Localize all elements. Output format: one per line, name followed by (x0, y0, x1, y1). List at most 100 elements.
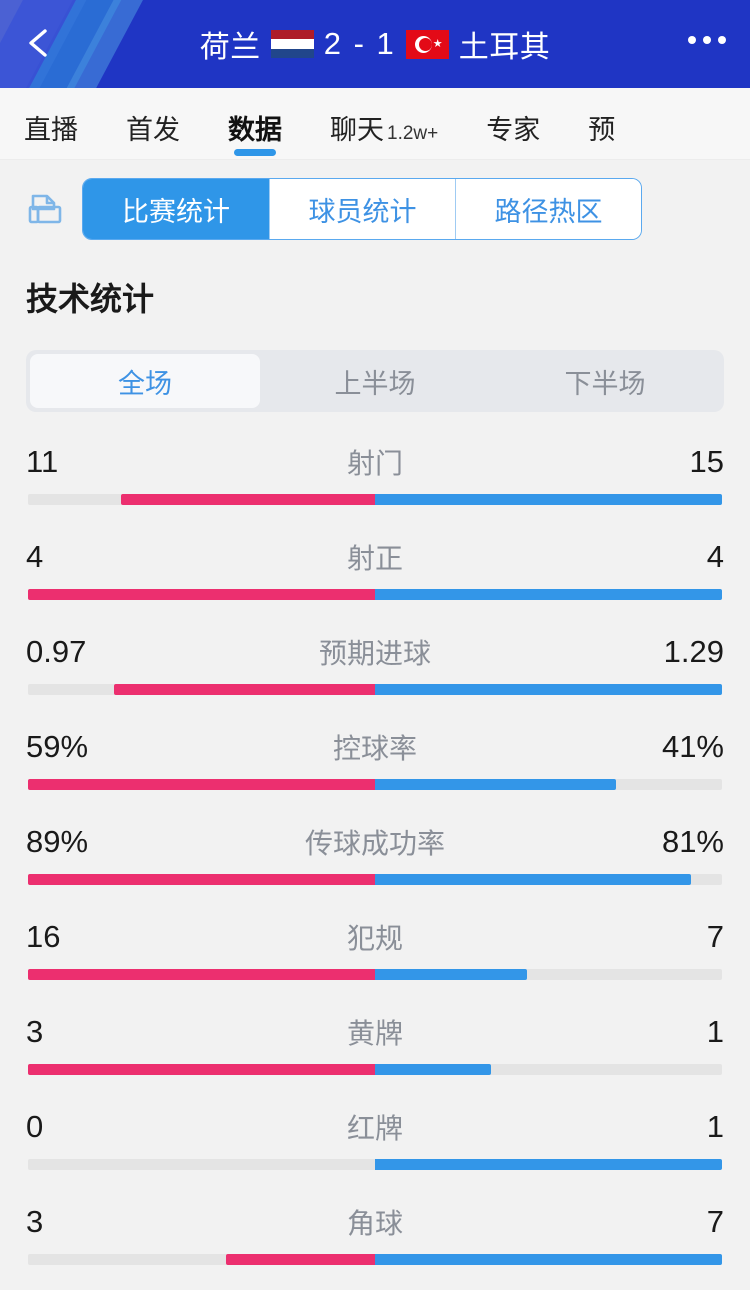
stat-bar-away (375, 684, 722, 695)
stat-row-values: 11 射门 15 (0, 434, 750, 490)
stat-row-values: 3 黄牌 1 (0, 1004, 750, 1060)
segment-path-heatmap[interactable]: 路径热区 (455, 179, 641, 239)
segment-label: 球员统计 (308, 196, 417, 227)
stat-home-value: 11 (26, 444, 59, 479)
tab-label: 首发 (126, 114, 180, 145)
stat-row: 4 射正 4 (0, 529, 750, 624)
home-team-name: 荷兰 (199, 31, 261, 64)
period-switch: 全场 上半场 下半场 (26, 350, 724, 412)
stat-bar-home (28, 969, 375, 980)
stat-home-value: 0 (26, 1109, 44, 1144)
stat-away-value: 1 (706, 1014, 724, 1049)
compare-document-icon[interactable] (24, 187, 68, 231)
stat-home-value: 16 (26, 919, 61, 954)
stat-away-value: 41% (661, 729, 724, 764)
stat-label: 射门 (346, 448, 403, 479)
stat-bar-track (28, 1159, 722, 1170)
stat-row-values: 0.97 预期进球 1.29 (0, 624, 750, 680)
scoreline: 荷兰 2 - 1 ★ 土耳其 (0, 0, 750, 88)
tab-label: 聊天 (330, 114, 384, 145)
stat-away-value: 81% (661, 824, 724, 859)
stat-row-values: 89% 传球成功率 81% (0, 814, 750, 870)
stat-home-value: 4 (26, 539, 44, 574)
stat-home-value: 59% (26, 729, 89, 764)
stat-bar-home (120, 494, 375, 505)
stat-bar-track (28, 874, 722, 885)
stat-bar-home (114, 684, 375, 695)
stat-away-value: 7 (706, 1204, 724, 1239)
stat-away-value: 1.29 (663, 634, 724, 669)
stat-home-value: 89% (26, 824, 89, 859)
stat-bar-track (28, 494, 722, 505)
stat-row: 0 红牌 1 (0, 1099, 750, 1194)
tab-chat[interactable]: 聊天 1.2w+ (330, 88, 439, 159)
stat-bar-home (28, 779, 375, 790)
period-first-half[interactable]: 上半场 (260, 354, 490, 408)
period-label: 全场 (118, 368, 172, 399)
stat-bar-away (375, 969, 527, 980)
period-label: 上半场 (334, 368, 416, 399)
stat-label: 黄牌 (346, 1018, 403, 1049)
netherlands-flag-icon (270, 29, 314, 59)
segment-label: 比赛统计 (122, 196, 230, 227)
period-second-half[interactable]: 下半场 (490, 354, 720, 408)
tab-experts[interactable]: 专家 (486, 88, 541, 159)
stat-bar-track (28, 1254, 722, 1265)
stat-bar-track (28, 684, 722, 695)
stat-bar-track (28, 779, 722, 790)
tab-lineups[interactable]: 首发 (126, 88, 180, 159)
app-header: 荷兰 2 - 1 ★ 土耳其 (0, 0, 750, 88)
stat-bar-away (375, 1064, 491, 1075)
stat-label: 传球成功率 (304, 828, 445, 859)
stat-bar-away (375, 1254, 722, 1265)
tab-label: 专家 (486, 114, 541, 145)
tab-label: 数据 (228, 114, 282, 145)
stats-subtab-bar: 比赛统计 球员统计 路径热区 (0, 160, 750, 240)
segment-match-stats[interactable]: 比赛统计 (83, 179, 269, 239)
stat-row-values: 4 射正 4 (0, 529, 750, 585)
tab-label: 直播 (24, 114, 78, 145)
stats-segmented-control: 比赛统计 球员统计 路径热区 (82, 178, 642, 240)
stat-row: 0.97 预期进球 1.29 (0, 624, 750, 719)
stat-home-value: 3 (26, 1014, 44, 1049)
period-full-match[interactable]: 全场 (30, 354, 260, 408)
stat-bar-track (28, 969, 722, 980)
stat-bar-home (28, 1064, 375, 1075)
stat-row-values: 3 角球 7 (0, 1194, 750, 1250)
stat-away-value: 4 (706, 539, 724, 574)
stat-row: 16 犯规 7 (0, 909, 750, 1004)
stat-bar-away (375, 494, 722, 505)
stat-label: 预期进球 (318, 638, 431, 669)
away-team-name: 土耳其 (458, 31, 551, 64)
stat-away-value: 1 (706, 1109, 724, 1144)
segment-player-stats[interactable]: 球员统计 (269, 179, 455, 239)
stat-row-values: 0 红牌 1 (0, 1099, 750, 1155)
section-title: 技术统计 (26, 281, 155, 317)
stat-label: 控球率 (332, 733, 417, 764)
stat-bar-track (28, 589, 722, 600)
more-options-icon[interactable] (682, 30, 732, 50)
tab-data[interactable]: 数据 (228, 88, 282, 159)
segment-label: 路径热区 (494, 196, 603, 227)
stat-row: 11 射门 15 (0, 434, 750, 529)
stat-row: 3 角球 7 (0, 1194, 750, 1289)
stats-list: 11 射门 15 4 射正 4 0.97 预期进球 1.29 59% 控球率 41% 89% 传球成功率 8… (0, 412, 750, 1289)
stat-bar-away (375, 874, 691, 885)
tab-live[interactable]: 直播 (24, 88, 78, 159)
stat-row: 3 黄牌 1 (0, 1004, 750, 1099)
score-value: 2 - 1 (323, 26, 396, 61)
stat-label: 犯规 (346, 923, 403, 954)
primary-tab-bar: 直播 首发 数据 聊天 1.2w+ 专家 预 (0, 88, 750, 160)
active-tab-indicator (234, 148, 276, 156)
stat-home-value: 0.97 (26, 634, 87, 669)
turkey-flag-icon: ★ (405, 29, 449, 59)
stat-row-values: 16 犯规 7 (0, 909, 750, 965)
stat-bar-home (28, 589, 375, 600)
stat-home-value: 3 (26, 1204, 44, 1239)
tab-chat-count: 1.2w+ (387, 122, 439, 144)
stat-row: 59% 控球率 41% (0, 719, 750, 814)
back-chevron-icon[interactable] (22, 26, 56, 60)
tab-prediction[interactable]: 预 (588, 88, 615, 159)
stat-bar-away (375, 1159, 722, 1170)
match-stats-screen: 荷兰 2 - 1 ★ 土耳其 直播 首发 数据 聊天 1.2w+ 专家 预 比赛… (0, 0, 750, 1290)
